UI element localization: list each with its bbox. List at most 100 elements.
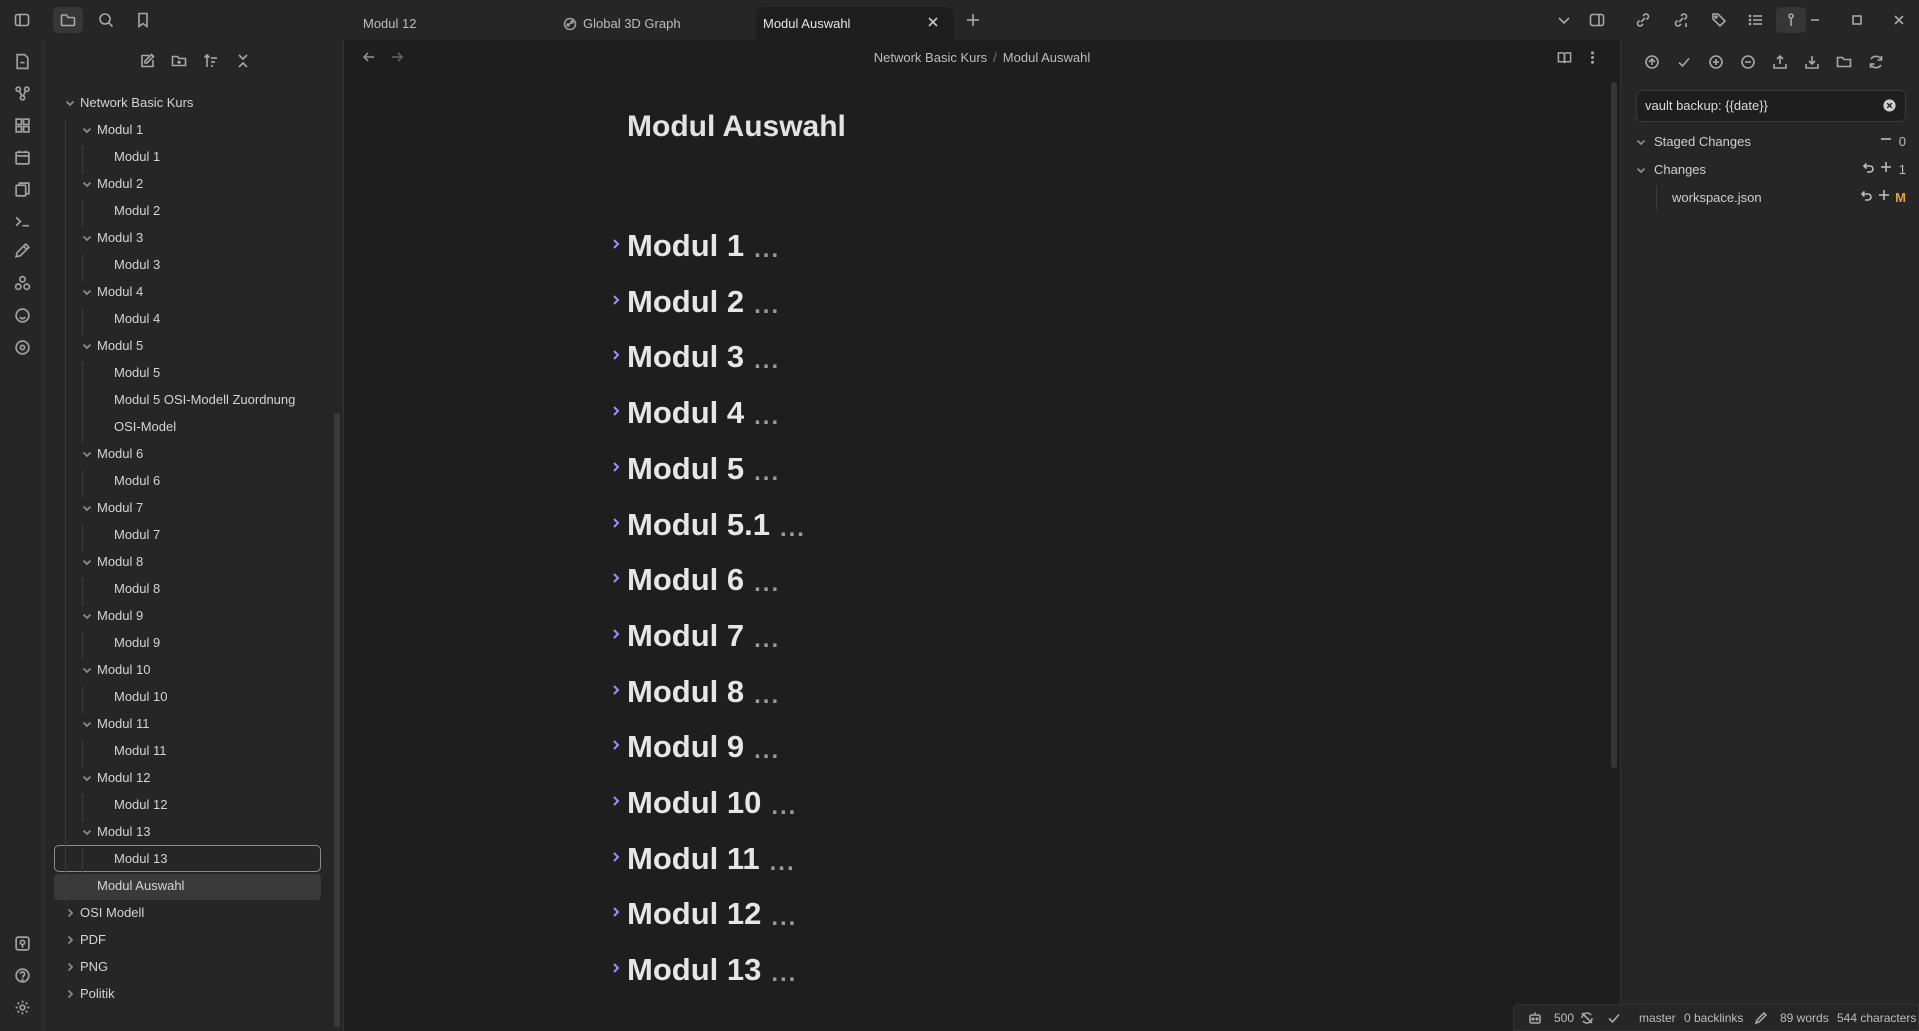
scrollbar[interactable] bbox=[334, 413, 340, 1027]
maximize-icon[interactable] bbox=[1846, 9, 1868, 31]
fold-chevron-icon[interactable] bbox=[611, 461, 623, 475]
folder-item[interactable]: Modul 3 bbox=[82, 227, 143, 249]
plugin-icon[interactable] bbox=[11, 272, 33, 294]
folder-item[interactable]: Modul 10 bbox=[82, 659, 150, 681]
tab-list-chevron-down-icon[interactable] bbox=[1553, 9, 1575, 31]
more-options-icon[interactable] bbox=[1585, 50, 1603, 68]
fold-chevron-icon[interactable] bbox=[611, 684, 623, 698]
smiley-icon[interactable] bbox=[11, 304, 33, 326]
fold-chevron-icon[interactable] bbox=[611, 517, 623, 531]
new-note-icon[interactable] bbox=[136, 50, 158, 72]
open-folder-icon[interactable] bbox=[1833, 51, 1855, 73]
help-icon[interactable] bbox=[11, 964, 33, 986]
folder-item[interactable]: Modul 4 bbox=[82, 281, 143, 303]
vault-switcher-icon[interactable] bbox=[11, 932, 33, 954]
folded-ellipsis[interactable]: ... bbox=[754, 459, 780, 487]
clear-message-icon[interactable] bbox=[1882, 98, 1898, 114]
folded-ellipsis[interactable]: ... bbox=[771, 960, 797, 988]
git-icon[interactable] bbox=[1776, 7, 1806, 33]
discard-all-icon[interactable] bbox=[1861, 158, 1875, 182]
file-item[interactable]: Modul 6 bbox=[114, 470, 160, 492]
excalidraw-icon[interactable] bbox=[11, 240, 33, 262]
folder-item[interactable]: Modul 5 bbox=[82, 335, 143, 357]
fold-chevron-icon[interactable] bbox=[611, 851, 623, 865]
changed-file-row[interactable]: workspace.json M bbox=[1636, 186, 1906, 210]
breadcrumb-current[interactable]: Modul Auswahl bbox=[1003, 50, 1090, 65]
calendar-icon[interactable] bbox=[11, 146, 33, 168]
folder-item[interactable]: Modul 12 bbox=[82, 767, 150, 789]
file-item[interactable]: Modul 4 bbox=[114, 308, 160, 330]
collapsed-heading[interactable]: Modul 1... bbox=[613, 226, 780, 266]
new-tab-icon[interactable] bbox=[962, 9, 984, 31]
file-item[interactable]: Modul 2 bbox=[114, 200, 160, 222]
collapsed-heading[interactable]: Modul 3... bbox=[613, 337, 780, 377]
search-icon[interactable] bbox=[95, 9, 117, 31]
file-item[interactable]: Modul 3 bbox=[114, 254, 160, 276]
reading-view-icon[interactable] bbox=[1557, 50, 1575, 68]
file-item[interactable]: Modul 10 bbox=[114, 686, 167, 708]
folded-ellipsis[interactable]: ... bbox=[770, 849, 796, 877]
files-view-icon[interactable] bbox=[53, 7, 83, 33]
stage-file-icon[interactable] bbox=[1877, 186, 1891, 210]
file-item[interactable]: Modul 12 bbox=[114, 794, 167, 816]
git-branch[interactable]: master bbox=[1639, 1005, 1676, 1031]
fold-chevron-icon[interactable] bbox=[611, 405, 623, 419]
folder-item[interactable]: PDF bbox=[67, 929, 106, 951]
folder-item[interactable]: Modul 9 bbox=[82, 605, 143, 627]
file-item-active[interactable]: Modul Auswahl bbox=[97, 875, 184, 897]
folded-ellipsis[interactable]: ... bbox=[754, 570, 780, 598]
canvas-icon[interactable] bbox=[11, 114, 33, 136]
file-item[interactable]: OSI-Model bbox=[114, 416, 176, 438]
folded-ellipsis[interactable]: ... bbox=[754, 737, 780, 765]
discard-change-icon[interactable] bbox=[1859, 186, 1873, 210]
new-note-icon[interactable] bbox=[11, 50, 33, 72]
fold-chevron-icon[interactable] bbox=[611, 628, 623, 642]
unstage-all-icon[interactable] bbox=[1879, 130, 1893, 154]
tags-icon[interactable] bbox=[1708, 9, 1730, 31]
sort-icon[interactable] bbox=[200, 50, 222, 72]
sync-robot-icon[interactable] bbox=[1528, 1011, 1543, 1026]
fold-chevron-icon[interactable] bbox=[611, 572, 623, 586]
folder-item[interactable]: PNG bbox=[67, 956, 108, 978]
changes-section[interactable]: Changes 1 bbox=[1636, 158, 1906, 182]
folded-ellipsis[interactable]: ... bbox=[754, 292, 780, 320]
collapsed-heading[interactable]: Modul 8... bbox=[613, 672, 780, 712]
folder-item[interactable]: Modul 13 bbox=[82, 821, 150, 843]
commit-check-icon[interactable] bbox=[1673, 51, 1695, 73]
commit-message-input[interactable]: vault backup: {{date}} bbox=[1636, 90, 1906, 122]
edit-pencil-icon[interactable] bbox=[1754, 1011, 1769, 1026]
folder-item[interactable]: Modul 11 bbox=[82, 713, 150, 735]
backlinks-icon[interactable] bbox=[1632, 9, 1654, 31]
folded-ellipsis[interactable]: ... bbox=[771, 793, 797, 821]
file-item[interactable]: Modul 7 bbox=[114, 524, 160, 546]
refresh-icon[interactable] bbox=[1865, 51, 1887, 73]
stage-all-icon[interactable] bbox=[1879, 158, 1893, 182]
fold-chevron-icon[interactable] bbox=[611, 349, 623, 363]
collapsed-heading[interactable]: Modul 10... bbox=[613, 783, 797, 823]
bookmark-icon[interactable] bbox=[132, 9, 154, 31]
push-icon[interactable] bbox=[1769, 51, 1791, 73]
folder-network-basic-kurs[interactable]: Network Basic Kurs bbox=[65, 92, 193, 114]
collapsed-heading[interactable]: Modul 13... bbox=[613, 950, 797, 990]
graph-view-icon[interactable] bbox=[11, 82, 33, 104]
tab-global-3d-graph[interactable]: Global 3D Graph bbox=[551, 7, 756, 40]
file-item[interactable]: Modul 8 bbox=[114, 578, 160, 600]
sync-settings-icon[interactable] bbox=[11, 336, 33, 358]
file-item[interactable]: Modul 9 bbox=[114, 632, 160, 654]
collapse-all-icon[interactable] bbox=[232, 50, 254, 72]
pull-icon[interactable] bbox=[1801, 51, 1823, 73]
tab-modul-auswahl[interactable]: Modul Auswahl bbox=[756, 7, 954, 40]
minimize-icon[interactable] bbox=[1804, 9, 1826, 31]
toggle-left-sidebar-icon[interactable] bbox=[11, 9, 33, 31]
staged-changes-section[interactable]: Staged Changes 0 bbox=[1636, 130, 1906, 154]
folder-item[interactable]: Modul 2 bbox=[82, 173, 143, 195]
stage-all-icon[interactable] bbox=[1705, 51, 1727, 73]
fold-chevron-icon[interactable] bbox=[611, 294, 623, 308]
folder-item[interactable]: Modul 6 bbox=[82, 443, 143, 465]
file-item[interactable]: Modul 11 bbox=[114, 740, 167, 762]
backlinks-count[interactable]: 0 backlinks bbox=[1684, 1005, 1743, 1031]
folded-ellipsis[interactable]: ... bbox=[754, 347, 780, 375]
collapsed-heading[interactable]: Modul 2... bbox=[613, 282, 780, 322]
folded-ellipsis[interactable]: ... bbox=[754, 236, 780, 264]
collapsed-heading[interactable]: Modul 11... bbox=[613, 839, 796, 879]
